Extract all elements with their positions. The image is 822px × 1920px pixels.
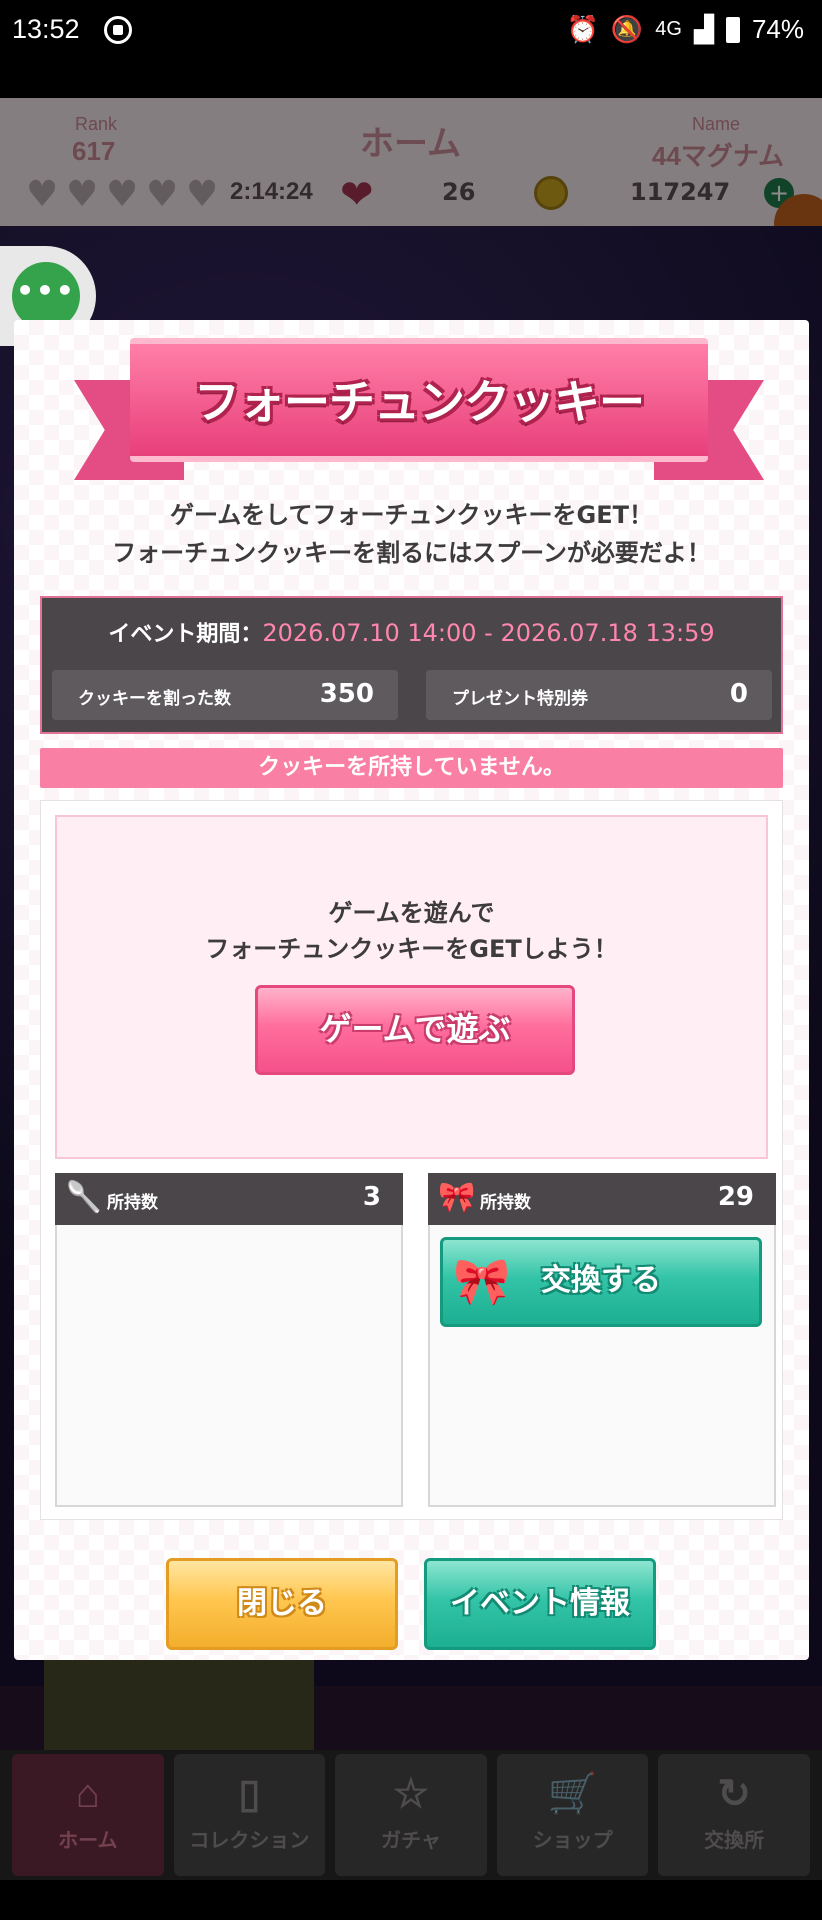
stat-label: クッキーを割った数 (78, 689, 231, 709)
dialog-title: フォーチュンクッキー (194, 375, 645, 429)
ribbon-spoon-icon: 🎀 (438, 1180, 476, 1215)
no-cookie-notice: クッキーを所持していません。 (40, 748, 783, 788)
spoon-icon: 🥄 (65, 1180, 103, 1215)
battery-percent: 74% (751, 14, 804, 44)
event-period-range: 2026.07.10 14:00 - 2026.07.18 13:59 (262, 619, 715, 647)
status-bar: 13:52 ⏰ 🔕 4G ▟ 74% (0, 0, 822, 62)
title-ribbon: フォーチュンクッキー (74, 330, 764, 480)
ribbon-spoon-icon: 🎀 (453, 1254, 511, 1308)
bell-off-icon: 🔕 (610, 14, 644, 44)
owned-label: 所持数 (107, 1193, 158, 1213)
golden-spoon-panel-header: 🎀 所持数 29 (428, 1173, 776, 1225)
owned-count: 29 (717, 1182, 754, 1212)
exchange-button[interactable]: 🎀 交換する (440, 1237, 762, 1327)
status-time: 13:52 (12, 14, 80, 44)
status-icons: ⏰ 🔕 4G ▟ 74% (567, 14, 804, 45)
alarm-icon: ⏰ (566, 14, 599, 44)
owned-count: 3 (362, 1182, 381, 1212)
play-prompt-line: ゲームを遊んで (328, 899, 495, 927)
network-label: 4G (655, 18, 682, 40)
cookies-broken-stat: クッキーを割った数 350 (52, 670, 398, 720)
play-game-button[interactable]: ゲームで遊ぶ (255, 985, 575, 1075)
description-line: ゲームをしてフォーチュンクッキーをGET！ (169, 501, 654, 529)
spoon-panel: 🥄 所持数 3 (55, 1173, 403, 1507)
dialog-description: ゲームをしてフォーチュンクッキーをGET！ フォーチュンクッキーを割るにはスプー… (34, 496, 789, 572)
play-prompt: ゲームを遊んで フォーチュンクッキーをGETしよう！ (57, 895, 766, 967)
event-info-box: イベント期間：2026.07.10 14:00 - 2026.07.18 13:… (40, 596, 783, 734)
stat-label: プレゼント特別券 (452, 689, 588, 709)
golden-spoon-panel: 🎀 所持数 29 🎀 交換する (428, 1173, 776, 1507)
spoon-panel-header: 🥄 所持数 3 (55, 1173, 403, 1225)
signal-icon: ▟ (693, 14, 714, 44)
fortune-cookie-dialog: フォーチュンクッキー ゲームをしてフォーチュンクッキーをGET！ フォーチュンク… (14, 320, 809, 1660)
close-button[interactable]: 閉じる (166, 1558, 398, 1650)
present-ticket-stat: プレゼント特別券 0 (426, 670, 772, 720)
description-line: フォーチュンクッキーを割るにはスプーンが必要だよ！ (112, 539, 711, 567)
stat-value: 350 (319, 679, 374, 709)
play-prompt-line: フォーチュンクッキーをGETしよう！ (205, 935, 618, 963)
cookie-content: ゲームを遊んで フォーチュンクッキーをGETしよう！ ゲームで遊ぶ 🥄 所持数 … (40, 800, 783, 1520)
event-period-label: イベント期間： (108, 622, 263, 647)
system-nav-bar (0, 1880, 822, 1920)
owned-label: 所持数 (480, 1193, 531, 1213)
exchange-button-label: 交換する (541, 1263, 661, 1298)
play-area: ゲームを遊んで フォーチュンクッキーをGETしよう！ ゲームで遊ぶ (55, 815, 768, 1159)
battery-icon (725, 16, 740, 43)
stat-value: 0 (729, 679, 748, 709)
event-info-button[interactable]: イベント情報 (424, 1558, 656, 1650)
screen-record-icon (104, 16, 132, 44)
event-period: イベント期間：2026.07.10 14:00 - 2026.07.18 13:… (42, 616, 781, 648)
